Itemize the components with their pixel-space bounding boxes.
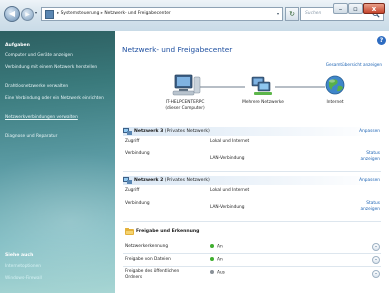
task-pane: Aufgaben Computer und Geräte anzeigen Ve… bbox=[0, 31, 115, 293]
maximize-icon: ▫ bbox=[353, 5, 358, 13]
internet-globe-icon bbox=[325, 75, 345, 95]
adjust-link[interactable]: Anpassen bbox=[359, 176, 380, 185]
map-computer-name: IT-HELPCENTERPC bbox=[165, 100, 205, 105]
back-button[interactable]: ◀ bbox=[4, 6, 20, 22]
task-manage-wireless[interactable]: Drahtlosnetzwerke verwalten bbox=[5, 84, 110, 90]
task-connect-network[interactable]: Verbindung mit einem Netzwerk herstellen bbox=[5, 65, 110, 71]
minimize-button[interactable]: – bbox=[333, 3, 348, 14]
task-manage-connections[interactable]: Netzwerkverbindungen verwalten bbox=[5, 115, 110, 121]
refresh-button[interactable]: ↻ bbox=[285, 7, 299, 21]
task-setup-connection[interactable]: Eine Verbindung oder ein Netzwerk einric… bbox=[5, 96, 110, 102]
breadcrumb[interactable]: ▸ Systemsteuerung ▸ Netzwerk- und Freiga… bbox=[57, 8, 171, 20]
sharing-item-label: Freigabe des öffentlichen Ordners bbox=[125, 269, 180, 280]
view-status-link[interactable]: Status anzeigen bbox=[346, 151, 380, 162]
access-label: Zugriff bbox=[125, 139, 140, 144]
maximize-button[interactable]: ▫ bbox=[348, 3, 363, 14]
divider bbox=[123, 253, 381, 254]
sharing-item-status-text: An bbox=[217, 257, 223, 263]
expand-button[interactable]: ⌄ bbox=[372, 256, 380, 264]
full-map-link[interactable]: Gesamtübersicht anzeigen bbox=[326, 62, 382, 67]
multiple-networks-icon bbox=[251, 76, 272, 95]
network-title: Netzwerk 3 (Privates Netzwerk) bbox=[134, 127, 210, 136]
breadcrumb-separator: ▸ bbox=[57, 11, 60, 16]
network-sharing-center-window: ◀ ▶ ▾ ▸ Systemsteuerung ▸ Netzwerk- und … bbox=[0, 0, 389, 293]
status-off-icon bbox=[210, 270, 214, 274]
breadcrumb-control-panel[interactable]: Systemsteuerung bbox=[61, 11, 100, 16]
sharing-item-status-text: An bbox=[217, 244, 223, 250]
access-value: Lokal und Internet bbox=[210, 139, 250, 144]
page-title: Netzwerk- und Freigabecenter bbox=[122, 45, 233, 54]
address-dropdown-icon[interactable]: ▾ bbox=[277, 8, 279, 20]
breadcrumb-separator: ▸ bbox=[100, 11, 103, 16]
status-on-icon bbox=[210, 244, 214, 248]
search-placeholder: Suchen bbox=[305, 11, 322, 16]
sharing-item-status: Aus bbox=[210, 270, 225, 276]
connection-value: LAN-Verbindung bbox=[210, 205, 245, 210]
map-internet-label: Internet bbox=[326, 100, 344, 105]
help-icon[interactable]: ? bbox=[377, 36, 386, 45]
title-bar: ◀ ▶ ▾ ▸ Systemsteuerung ▸ Netzwerk- und … bbox=[0, 0, 389, 31]
divider bbox=[123, 266, 381, 267]
address-bar[interactable]: ▸ Systemsteuerung ▸ Netzwerk- und Freiga… bbox=[41, 7, 283, 21]
network-name: Netzwerk 3 bbox=[134, 129, 164, 134]
sharing-item-status: An bbox=[210, 257, 223, 263]
task-diagnose[interactable]: Diagnose und Reparatur bbox=[5, 134, 110, 140]
connection-label: Verbindung bbox=[125, 201, 150, 206]
network-name: Netzwerk 2 bbox=[134, 178, 164, 183]
network-header: Netzwerk 2 (Privates Netzwerk) Anpassen bbox=[115, 176, 389, 185]
computer-icon bbox=[172, 74, 201, 96]
sharing-item-label: Freigabe von Dateien bbox=[125, 257, 171, 262]
divider bbox=[123, 171, 381, 172]
access-value: Lokal und Internet bbox=[210, 188, 250, 193]
forward-button[interactable]: ▶ bbox=[21, 8, 34, 21]
network-type: (Privates Netzwerk) bbox=[164, 178, 210, 183]
sharing-title: Freigabe und Erkennung bbox=[136, 229, 200, 234]
network-header: Netzwerk 3 (Privates Netzwerk) Anpassen bbox=[115, 127, 389, 136]
access-label: Zugriff bbox=[125, 188, 140, 193]
expand-button[interactable]: ⌄ bbox=[372, 270, 380, 278]
network-type: (Privates Netzwerk) bbox=[164, 129, 210, 134]
divider bbox=[123, 221, 381, 222]
minimize-icon: – bbox=[338, 5, 343, 13]
expand-button[interactable]: ⌄ bbox=[372, 243, 380, 251]
map-networks-label: Mehrere Netzwerke bbox=[242, 100, 284, 105]
sharing-item-status-text: Aus bbox=[217, 270, 225, 276]
sharing-icon bbox=[125, 228, 134, 235]
close-icon: x bbox=[371, 5, 377, 13]
status-on-icon bbox=[210, 257, 214, 261]
main-content: ? Netzwerk- und Freigabecenter Gesamtübe… bbox=[115, 31, 389, 293]
connection-label: Verbindung bbox=[125, 151, 150, 156]
map-computer-sub: (dieser Computer) bbox=[165, 106, 205, 111]
network-bench-icon bbox=[123, 128, 132, 135]
network-map: IT-HELPCENTERPC (dieser Computer) Mehrer… bbox=[115, 71, 389, 117]
sharing-item-status: An bbox=[210, 244, 223, 250]
forward-arrow-icon: ▶ bbox=[25, 11, 30, 18]
connection-value: LAN-Verbindung bbox=[210, 156, 245, 161]
adjust-link[interactable]: Anpassen bbox=[359, 127, 380, 136]
control-panel-icon bbox=[45, 10, 54, 19]
network-title: Netzwerk 2 (Privates Netzwerk) bbox=[134, 176, 210, 185]
tasks-heading: Aufgaben bbox=[5, 43, 30, 48]
recent-pages-dropdown-icon[interactable]: ▾ bbox=[35, 10, 37, 15]
close-button[interactable]: x bbox=[363, 3, 385, 14]
see-also-firewall[interactable]: Windows-Firewall bbox=[5, 276, 110, 282]
see-also-internet-options[interactable]: Internetoptionen bbox=[5, 264, 110, 270]
network-bench-icon bbox=[123, 177, 132, 184]
sharing-item-label: Netzwerkerkennung bbox=[125, 244, 169, 249]
task-view-computers[interactable]: Computer und Geräte anzeigen bbox=[5, 53, 110, 59]
breadcrumb-network-center[interactable]: Netzwerk- und Freigabecenter bbox=[104, 11, 170, 16]
see-also-heading: Siehe auch bbox=[5, 253, 34, 258]
back-arrow-icon: ◀ bbox=[8, 9, 16, 18]
view-status-link[interactable]: Status anzeigen bbox=[346, 201, 380, 212]
